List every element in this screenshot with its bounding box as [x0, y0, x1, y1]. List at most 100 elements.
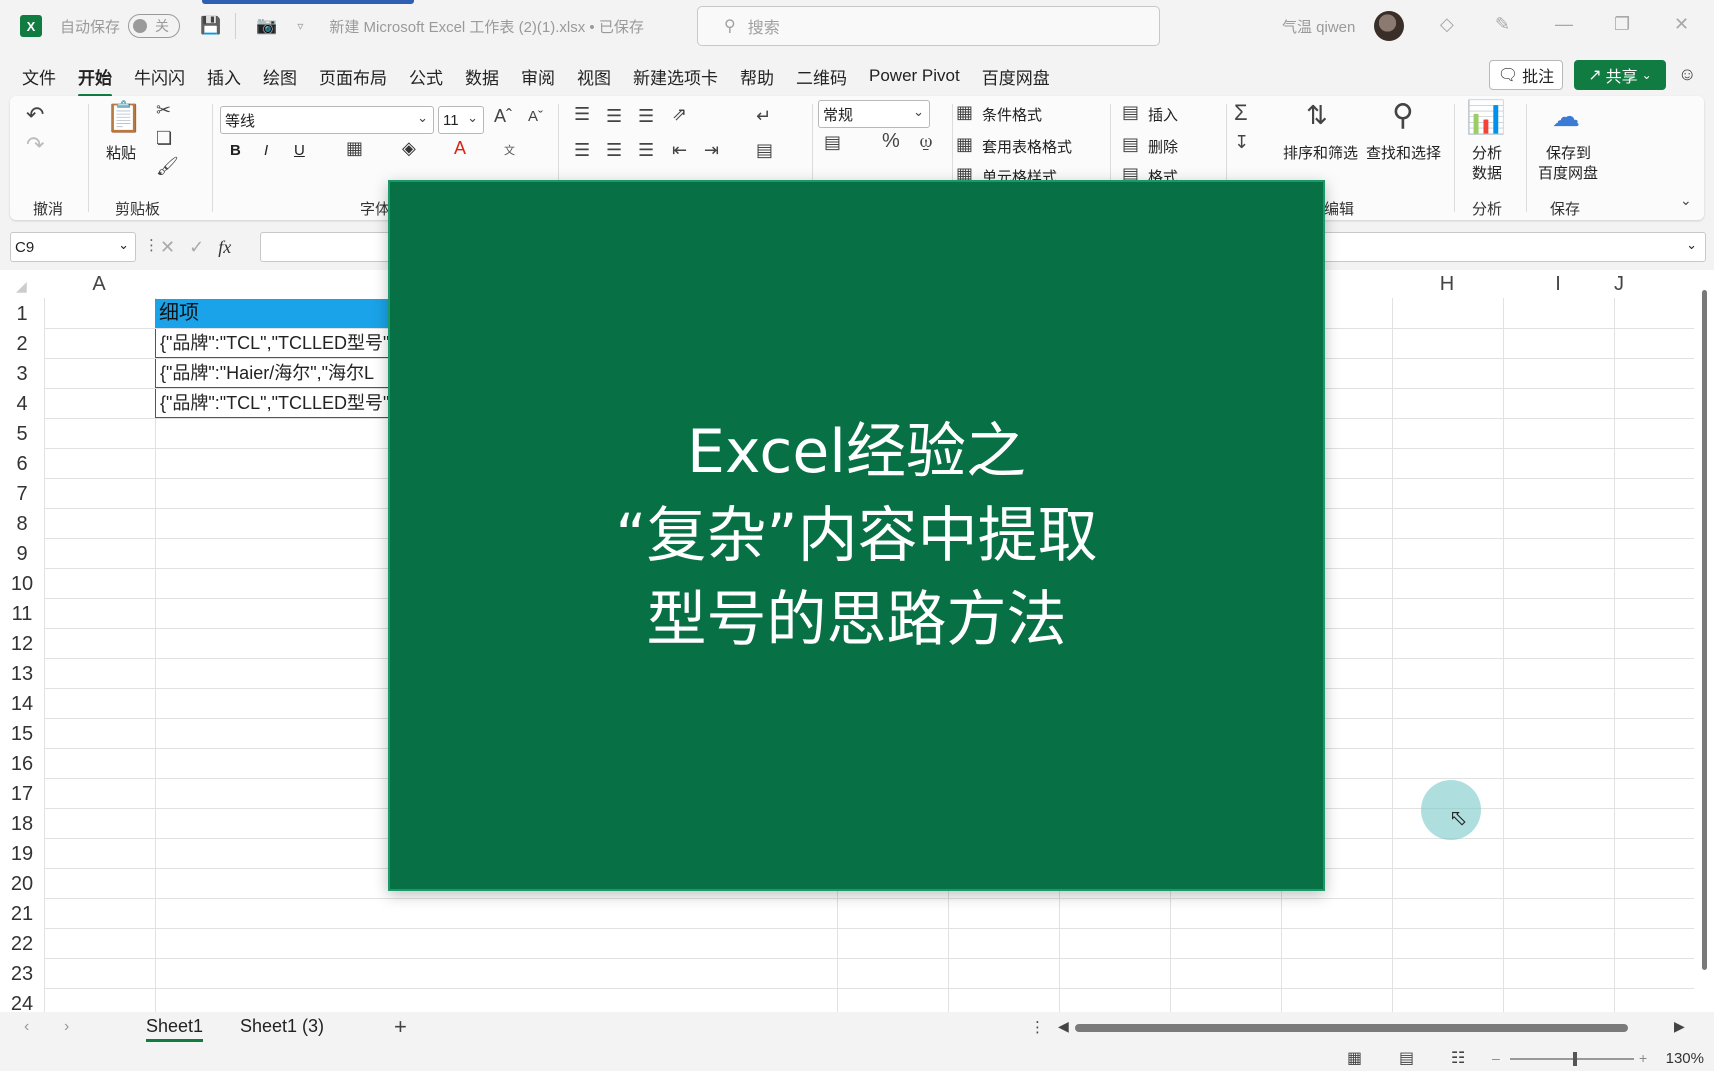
insert-cells-button[interactable]: 插入 [1148, 104, 1178, 125]
more-icon[interactable]: ⋮ [144, 236, 159, 254]
row-header[interactable]: 5 [0, 419, 44, 449]
save-baidu-label-2[interactable]: 百度网盘 [1538, 162, 1598, 183]
vertical-scrollbar[interactable] [1694, 270, 1714, 1012]
row-header[interactable]: 19 [0, 839, 44, 869]
table-cell[interactable]: {"品牌":"TCL","TCLLED型号" [155, 388, 395, 418]
sheet-tab-active[interactable]: Sheet1 [146, 1016, 204, 1042]
close-icon[interactable]: ✕ [1674, 14, 1689, 35]
align-middle-icon[interactable]: ☰ [606, 106, 622, 127]
conditional-format-icon[interactable]: ▦ [956, 102, 973, 123]
copy-icon[interactable]: ❏ [156, 128, 172, 149]
tab-11[interactable]: 帮助 [740, 64, 774, 89]
add-sheet-icon[interactable]: + [394, 1014, 407, 1040]
format-painter-icon[interactable]: 🖌 [156, 156, 179, 177]
row-header[interactable]: 7 [0, 479, 44, 509]
analyze-data-label-1[interactable]: 分析 [1472, 142, 1502, 163]
row-header[interactable]: 10 [0, 569, 44, 599]
table-cell[interactable]: {"品牌":"TCL","TCLLED型号" [155, 328, 395, 358]
person-icon[interactable]: ☺ [1678, 64, 1696, 85]
increase-indent-icon[interactable]: ⇥ [704, 140, 719, 161]
row-header[interactable]: 13 [0, 659, 44, 689]
scroll-right-icon[interactable]: ▶ [1674, 1018, 1685, 1035]
delete-cells-icon[interactable]: ▤ [1122, 134, 1139, 155]
analyze-data-icon[interactable]: 📊 [1466, 98, 1506, 136]
bold-icon[interactable]: B [230, 142, 241, 159]
row-header[interactable]: 20 [0, 869, 44, 899]
tab-7[interactable]: 数据 [465, 64, 499, 89]
tab-9[interactable]: 视图 [577, 64, 611, 89]
autosave-toggle[interactable]: 关 [128, 14, 181, 38]
redo-icon[interactable]: ↷ [26, 132, 44, 158]
font-name-select[interactable]: 等线 ⌄ [220, 106, 434, 134]
ribbon-collapse-icon[interactable]: ⌄ [1680, 192, 1692, 209]
decrease-indent-icon[interactable]: ⇤ [672, 140, 687, 161]
row-header[interactable]: 2 [0, 329, 44, 359]
row-header[interactable]: 6 [0, 449, 44, 479]
find-icon[interactable]: ⚲ [1392, 98, 1414, 133]
zoom-slider-handle[interactable] [1573, 1052, 1577, 1066]
row-header[interactable]: 8 [0, 509, 44, 539]
row-header[interactable]: 17 [0, 779, 44, 809]
underline-icon[interactable]: U [294, 142, 305, 159]
paste-label[interactable]: 粘贴 [106, 142, 136, 163]
italic-icon[interactable]: I [264, 142, 268, 159]
grow-font-icon[interactable]: Aˆ [494, 106, 512, 127]
tab-14[interactable]: 百度网盘 [982, 64, 1050, 89]
page-break-icon[interactable]: ☷ [1451, 1048, 1465, 1068]
column-header[interactable]: I [1503, 270, 1613, 298]
autosum-icon[interactable]: Σ [1234, 100, 1248, 126]
currency-icon[interactable]: ▤ [824, 132, 841, 153]
next-sheet-icon[interactable]: › [64, 1018, 69, 1036]
zoom-in-icon[interactable]: + [1639, 1050, 1647, 1066]
qat-customize-icon[interactable]: ▿ [297, 19, 303, 33]
fill-icon[interactable]: ↧ [1234, 132, 1249, 153]
table-cell[interactable]: {"品牌":"Haier/海尔","海尔L [155, 358, 395, 388]
phonetic-icon[interactable]: 文 [504, 142, 515, 158]
horizontal-scrollbar-thumb[interactable] [1075, 1024, 1628, 1032]
insert-cells-icon[interactable]: ▤ [1122, 102, 1139, 123]
sort-filter-icon[interactable]: ⇅ [1306, 100, 1328, 131]
row-header[interactable]: 4 [0, 389, 44, 419]
tab-3[interactable]: 插入 [207, 64, 241, 89]
tab-6[interactable]: 公式 [409, 64, 443, 89]
paste-icon[interactable]: 📋 [105, 100, 142, 135]
sort-filter-button[interactable]: 排序和筛选 [1283, 142, 1358, 163]
zoom-level[interactable]: 130% [1666, 1050, 1704, 1067]
tab-8[interactable]: 审阅 [521, 64, 555, 89]
sheet-tab[interactable]: Sheet1 (3) [240, 1016, 324, 1037]
insert-function-icon[interactable]: fx [218, 237, 231, 258]
row-header[interactable]: 9 [0, 539, 44, 569]
tab-2[interactable]: 牛闪闪 [134, 64, 185, 89]
row-header[interactable]: 21 [0, 899, 44, 929]
delete-cells-button[interactable]: 删除 [1148, 136, 1178, 157]
row-header[interactable]: 14 [0, 689, 44, 719]
tab-12[interactable]: 二维码 [796, 64, 847, 89]
orientation-icon[interactable]: ⇗ [672, 104, 687, 125]
save-icon[interactable]: 💾 [200, 16, 221, 36]
tab-10[interactable]: 新建选项卡 [633, 64, 718, 89]
restore-icon[interactable]: ❐ [1614, 14, 1630, 35]
comment-button[interactable]: 🗨 批注 [1489, 60, 1563, 90]
align-top-icon[interactable]: ☰ [574, 104, 590, 125]
scrollbar-thumb[interactable] [1702, 290, 1707, 970]
undo-icon[interactable]: ↶ [26, 102, 44, 128]
save-baidu-label-1[interactable]: 保存到 [1546, 142, 1591, 163]
scroll-left-icon[interactable]: ◀ [1058, 1018, 1069, 1035]
align-bottom-icon[interactable]: ☰ [638, 106, 654, 127]
column-header[interactable]: H [1392, 270, 1502, 298]
pen-icon[interactable]: ✎ [1495, 14, 1510, 35]
enter-icon[interactable]: ✓ [189, 237, 204, 258]
wrap-text-icon[interactable]: ↵ [756, 106, 771, 127]
row-header[interactable]: 24 [0, 989, 44, 1012]
row-header[interactable]: 22 [0, 929, 44, 959]
font-color-icon[interactable]: A [454, 138, 466, 159]
normal-view-icon[interactable]: ▦ [1347, 1048, 1362, 1068]
comma-icon[interactable]: ⍹ [920, 130, 932, 153]
find-select-button[interactable]: 查找和选择 [1366, 142, 1441, 163]
tab-0[interactable]: 文件 [22, 64, 56, 89]
user-name[interactable]: 气温 qiwen [1282, 16, 1355, 37]
page-layout-icon[interactable]: ▤ [1399, 1048, 1414, 1068]
share-button[interactable]: ↗ 共享 ⌄ [1574, 60, 1666, 90]
merge-cells-icon[interactable]: ▤ [756, 140, 773, 161]
align-right-icon[interactable]: ☰ [638, 140, 654, 161]
